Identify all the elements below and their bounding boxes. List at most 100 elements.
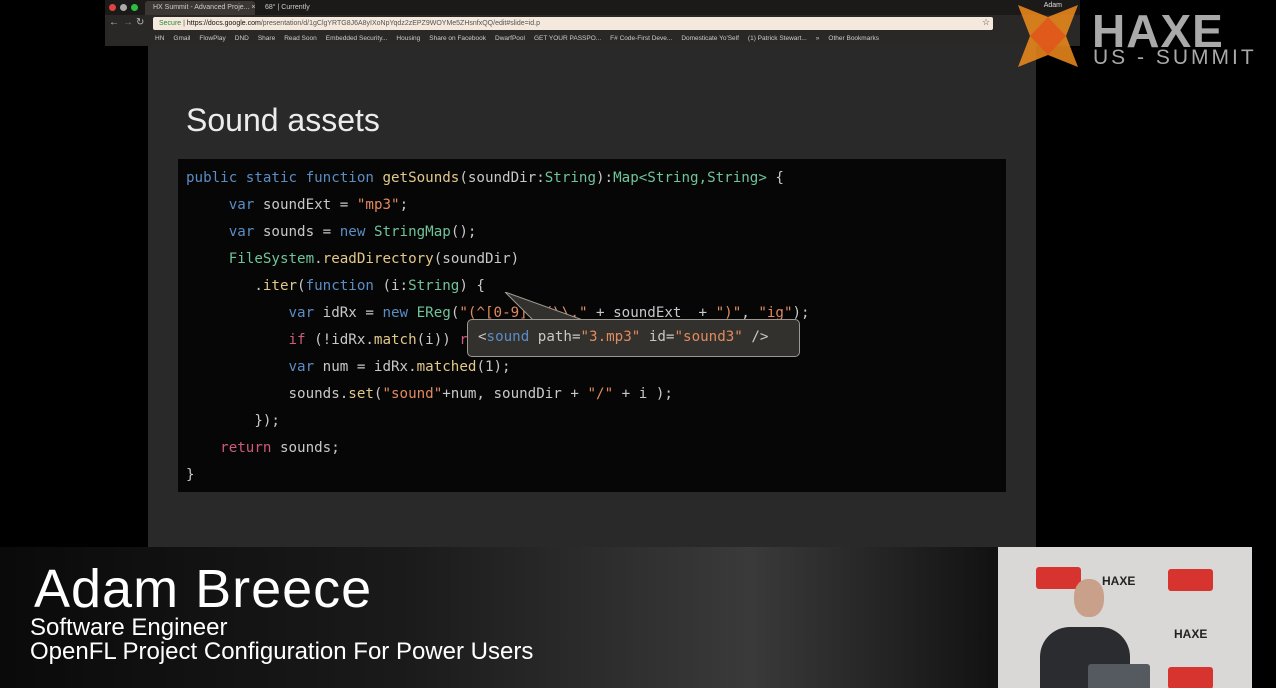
code-token: soundExt = — [262, 197, 357, 213]
bookmark-item[interactable]: DwarfPool — [495, 35, 525, 42]
haxe-logo-text: HAXE — [1174, 627, 1208, 641]
code-token: ; — [399, 197, 409, 213]
flowplay-logo — [1168, 667, 1213, 688]
code-token: (soundDir) — [433, 251, 520, 267]
code-line: var sounds = new StringMap(); — [186, 223, 1006, 250]
bookmark-item[interactable]: Housing — [396, 35, 420, 42]
speaker-name: Adam Breece — [34, 559, 373, 619]
code-token: . — [186, 278, 263, 294]
code-token: idRx = — [322, 305, 383, 321]
bookmark-item[interactable]: Share — [258, 35, 275, 42]
slide: Sound assets public static function getS… — [148, 46, 1036, 547]
code-token: var — [228, 197, 263, 213]
bookmark-item[interactable]: FlowPlay — [199, 35, 225, 42]
code-token: . — [314, 251, 323, 267]
code-token: return — [220, 440, 280, 456]
callout-box: <sound path="3.mp3" id="sound3" /> — [467, 319, 800, 357]
code-token: StringMap — [373, 224, 451, 240]
code-token: iter — [262, 278, 298, 294]
bookmark-item[interactable]: HN — [155, 35, 164, 42]
code-token: public static function — [186, 170, 383, 186]
code-token: getSounds — [382, 170, 460, 186]
code-token: readDirectory — [322, 251, 434, 267]
haxe-logo-text: HAXE — [1102, 574, 1136, 588]
bookmark-item[interactable]: DND — [235, 35, 249, 42]
callout-tail — [504, 292, 583, 322]
code-line: .iter(function (i:String) { — [186, 277, 1006, 304]
code-line: var num = idRx.matched(1); — [186, 358, 1006, 385]
browser-tab-bar: HX Summit - Advanced Proje... × 68° | Cu… — [105, 0, 1080, 15]
code-token: "mp3" — [356, 197, 400, 213]
back-icon[interactable]: ← — [109, 17, 119, 28]
close-window-button[interactable] — [109, 4, 116, 11]
code-token: Map<String,String> — [613, 170, 767, 186]
code-token: "sound" — [382, 386, 443, 402]
bookmarks-bar: HN Gmail FlowPlay DND Share Read Soon Embedded… — [105, 33, 1080, 46]
webcam-video: HAXE HAXE — [998, 547, 1252, 688]
bookmark-item[interactable]: Share on Facebook — [429, 35, 486, 42]
code-line: } — [186, 466, 1006, 493]
code-token: path= — [537, 329, 581, 345]
code-token: } — [186, 467, 195, 483]
code-token: var — [288, 359, 323, 375]
code-line: var soundExt = "mp3"; — [186, 196, 1006, 223]
star-icon[interactable]: ☆ — [982, 17, 990, 28]
code-token: ): — [596, 170, 614, 186]
code-line: return sounds; — [186, 439, 1006, 466]
code-token: new — [339, 224, 374, 240]
haxe-logo-icon — [1018, 5, 1078, 67]
code-token: (soundDir: — [459, 170, 545, 186]
code-token: EReg — [416, 305, 451, 321]
speaker-head — [1074, 579, 1104, 617]
minimize-window-button[interactable] — [120, 4, 127, 11]
maximize-window-button[interactable] — [131, 4, 138, 11]
code-token: < — [478, 329, 487, 345]
code-token: (!idRx. — [314, 332, 374, 348]
bookmark-item[interactable]: (1) Patrick Stewart... — [748, 35, 807, 42]
code-token: var — [228, 224, 263, 240]
bookmark-item[interactable]: Gmail — [173, 35, 190, 42]
code-token: { — [766, 170, 784, 186]
logo-subtitle: US - SUMMIT — [1093, 46, 1257, 69]
code-token: id= — [640, 329, 675, 345]
code-token: if — [288, 332, 315, 348]
bookmark-item[interactable]: Other Bookmarks — [828, 35, 879, 42]
code-token: match — [373, 332, 417, 348]
bookmark-item[interactable]: » — [816, 35, 820, 42]
code-token: (1); — [476, 359, 511, 375]
code-token: "/" — [587, 386, 614, 402]
bookmark-item[interactable]: F# Code-First Deve... — [610, 35, 672, 42]
code-token: sounds; — [279, 440, 340, 456]
code-line: public static function getSounds(soundDi… — [186, 169, 1006, 196]
address-bar[interactable]: Secure | https://docs.google.com/present… — [153, 17, 993, 30]
forward-icon[interactable]: → — [123, 17, 133, 28]
bookmark-item[interactable]: Embedded Security... — [326, 35, 388, 42]
talk-title: OpenFL Project Configuration For Power U… — [30, 638, 534, 665]
code-token: (i)) — [416, 332, 460, 348]
code-token: + i ); — [613, 386, 673, 402]
code-token: set — [348, 386, 374, 402]
tab-hx-summit[interactable]: HX Summit - Advanced Proje... × — [145, 1, 256, 15]
code-token: sounds. — [186, 386, 349, 402]
code-token: new — [382, 305, 417, 321]
flowplay-logo — [1036, 567, 1081, 589]
bookmark-item[interactable]: Read Soon — [284, 35, 317, 42]
reload-icon[interactable]: ↻ — [136, 17, 144, 28]
code-token: String — [408, 278, 460, 294]
code-line: FileSystem.readDirectory(soundDir) — [186, 250, 1006, 277]
bookmark-item[interactable]: GET YOUR PASSPO... — [534, 35, 601, 42]
code-token: }); — [186, 413, 280, 429]
code-line: }); — [186, 412, 1006, 439]
code-token: (i: — [382, 278, 409, 294]
bookmark-item[interactable]: Domesticate Yo'Self — [681, 35, 739, 42]
code-token: ( — [297, 278, 306, 294]
code-token: sounds = — [262, 224, 340, 240]
tab-currently[interactable]: 68° | Currently — [257, 1, 377, 15]
browser-toolbar: ← → ↻ Secure | https://docs.google.com/p… — [105, 15, 1080, 33]
code-token: num = idRx. — [322, 359, 417, 375]
